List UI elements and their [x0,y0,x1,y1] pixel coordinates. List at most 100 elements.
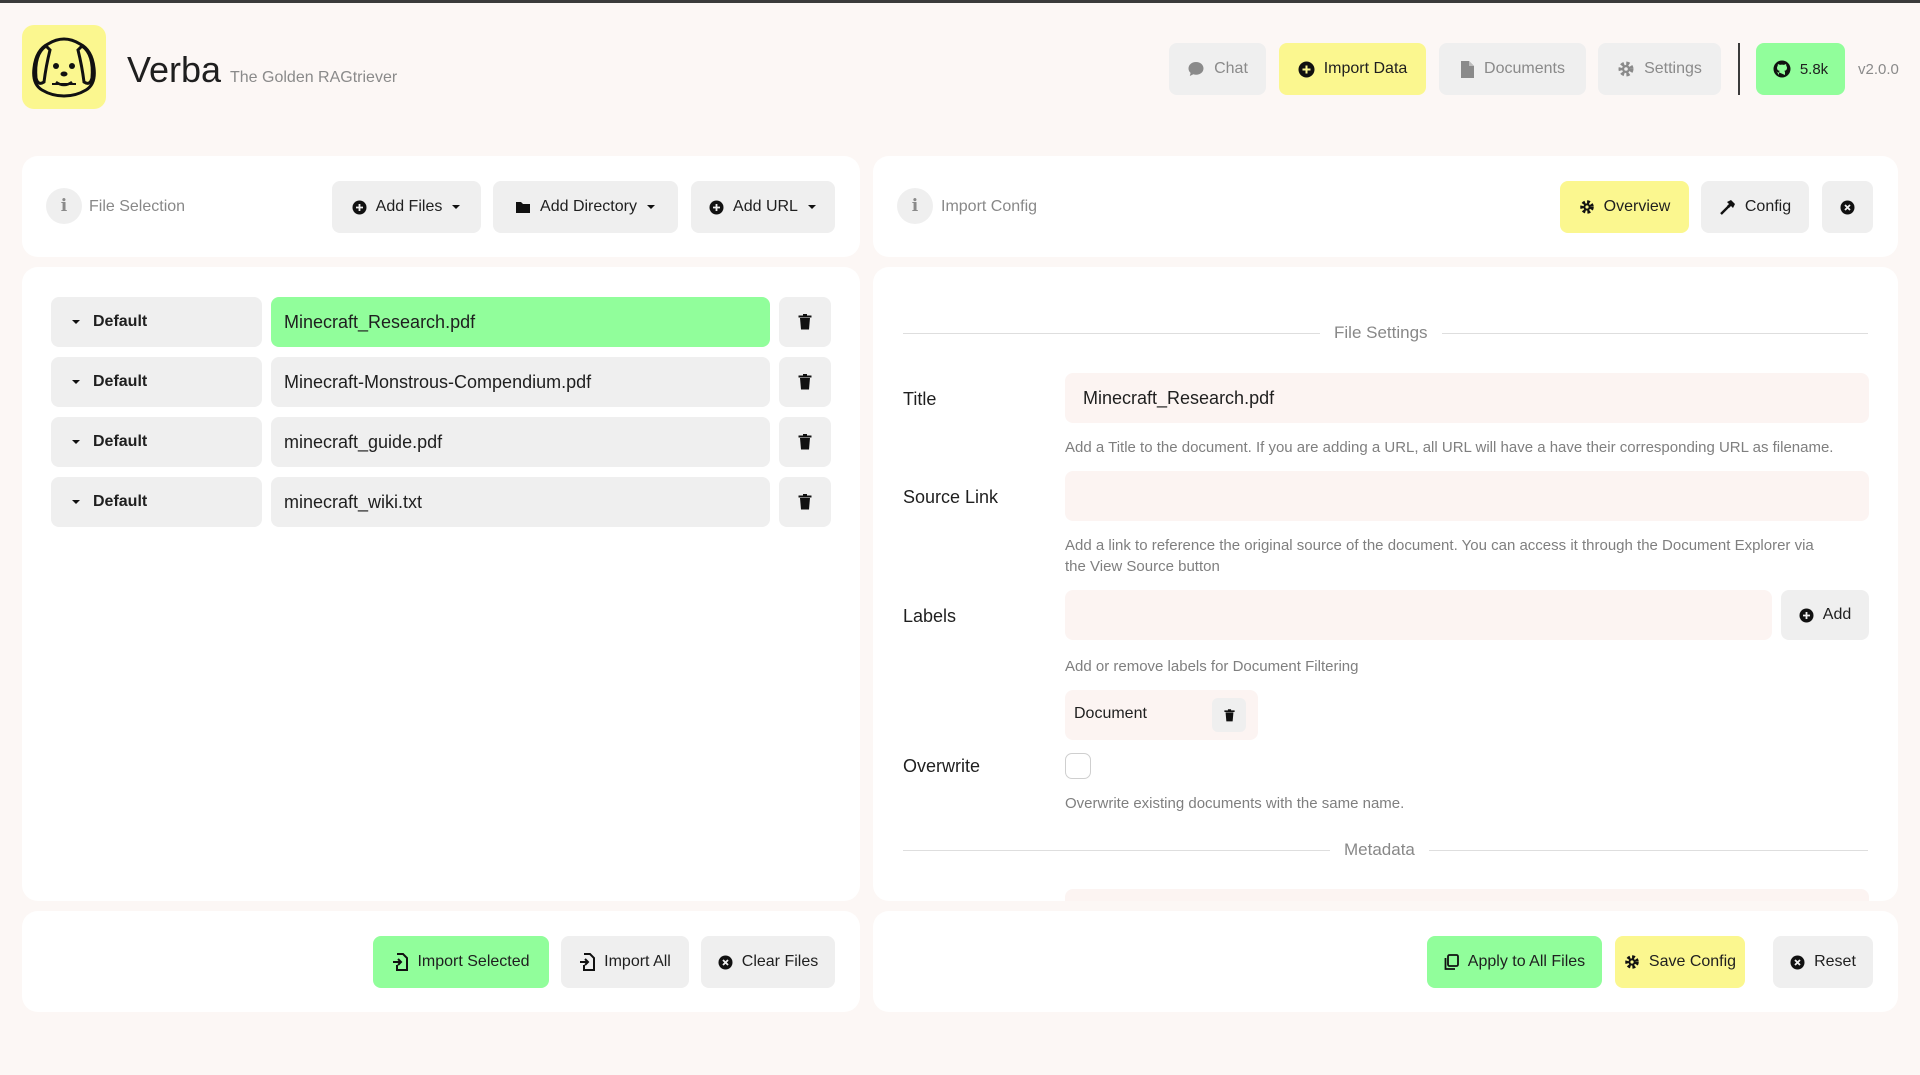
file-config-dropdown[interactable]: Default [51,357,262,407]
nav-import-data-label: Import Data [1323,60,1408,77]
file-delete-button[interactable] [779,297,831,347]
folder-icon [516,202,531,213]
github-stars-button[interactable]: 5.8k [1756,43,1845,95]
source-link-help-line-1: Add a link to reference the original sou… [1065,537,1814,554]
dog-logo-icon [32,37,96,98]
nav-settings-button[interactable]: Settings [1598,43,1721,95]
file-name-label: minecraft_wiki.txt [284,491,423,512]
github-icon [1773,60,1791,78]
import-config-info-icon[interactable]: i [897,188,933,224]
labels-help-text: Add or remove labels for Document Filter… [1065,658,1359,675]
overview-button[interactable]: Overview [1560,181,1689,233]
file-delete-button[interactable] [779,477,831,527]
apply-to-all-files-button[interactable]: Apply to All Files [1427,936,1602,988]
github-stars-count: 5.8k [1799,60,1829,78]
close-config-button[interactable] [1822,181,1873,233]
metadata-input[interactable] [1065,889,1869,901]
app-name: Verba [127,49,222,90]
file-settings-heading: File Settings [1320,323,1442,343]
add-directory-label: Add Directory [540,198,637,215]
file-config-label: Default [93,493,148,510]
app-logo [22,25,106,109]
add-label-button[interactable]: Add [1781,590,1869,640]
overwrite-checkbox[interactable] [1065,753,1091,779]
trash-icon [1223,708,1235,721]
close-circle-icon [1790,955,1805,969]
import-all-label: Import All [604,953,671,970]
config-button[interactable]: Config [1701,181,1809,233]
add-directory-button[interactable]: Add Directory [493,181,678,233]
header-divider [1738,43,1740,95]
file-config-dropdown[interactable]: Default [51,477,262,527]
title-input[interactable]: Minecraft_Research.pdf [1065,373,1869,423]
file-config-label: Default [93,313,148,330]
file-name-label: Minecraft_Research.pdf [284,311,476,332]
trash-icon [798,314,812,330]
caret-down-icon [72,320,80,324]
app-tagline: The Golden RAGtriever [230,69,398,86]
caret-down-icon [646,205,655,209]
add-label-label: Add [1822,606,1852,623]
file-delete-button[interactable] [779,357,831,407]
gear-icon [1579,200,1594,214]
nav-chat-button[interactable]: Chat [1169,43,1266,95]
file-name-item-selected[interactable]: Minecraft_Research.pdf [271,297,770,347]
gear-icon [1618,61,1634,77]
caret-down-icon [72,380,80,384]
file-import-icon [393,953,409,971]
file-config-label: Default [93,373,148,390]
file-settings-card: File Settings Title Minecraft_Research.p… [873,267,1898,901]
clear-files-button[interactable]: Clear Files [701,936,835,988]
plus-circle-icon [1298,61,1315,77]
overwrite-label: Overwrite [903,756,981,776]
caret-down-icon [72,440,80,444]
trash-icon [798,494,812,510]
file-name-label: Minecraft-Monstrous-Compendium.pdf [284,371,592,392]
file-name-item[interactable]: minecraft_wiki.txt [271,477,770,527]
reset-button[interactable]: Reset [1773,936,1873,988]
version-label: v2.0.0 [1858,61,1899,78]
file-import-icon [580,953,596,971]
import-all-button[interactable]: Import All [561,936,689,988]
add-url-button[interactable]: Add URL [691,181,835,233]
source-link-input[interactable] [1065,471,1869,521]
import-config-title: Import Config [941,198,1038,215]
nav-chat-label: Chat [1214,60,1248,77]
import-selected-label: Import Selected [417,953,530,970]
chat-bubble-icon [1188,62,1204,76]
import-selected-button[interactable]: Import Selected [373,936,549,988]
label-chip-delete-button[interactable] [1212,698,1246,732]
nav-documents-button[interactable]: Documents [1439,43,1586,95]
file-config-dropdown[interactable]: Default [51,417,262,467]
overwrite-help-text: Overwrite existing documents with the sa… [1065,795,1405,812]
add-files-label: Add Files [375,198,443,215]
document-icon [1461,60,1475,78]
nav-documents-label: Documents [1484,60,1565,77]
source-link-help-text: Add a link to reference the original sou… [1065,535,1875,577]
title-label: Title [903,389,937,409]
copy-icon [1444,954,1459,970]
close-circle-icon [1840,200,1855,214]
nav-import-data-button[interactable]: Import Data [1279,43,1426,95]
file-delete-button[interactable] [779,417,831,467]
title-help-text: Add a Title to the document. If you are … [1065,439,1834,456]
file-name-item[interactable]: Minecraft-Monstrous-Compendium.pdf [271,357,770,407]
source-link-help-line-2: the View Source button [1065,558,1220,575]
file-selection-info-icon[interactable]: i [46,188,82,224]
plus-circle-icon [709,200,724,214]
nav-settings-label: Settings [1644,60,1702,77]
file-config-dropdown[interactable]: Default [51,297,262,347]
add-files-button[interactable]: Add Files [332,181,481,233]
labels-label: Labels [903,606,957,626]
add-url-label: Add URL [733,198,798,215]
caret-down-icon [72,500,80,504]
gear-icon [1625,955,1639,969]
label-chip: Document [1065,690,1258,740]
save-config-button[interactable]: Save Config [1615,936,1745,988]
file-name-item[interactable]: minecraft_guide.pdf [271,417,770,467]
labels-input[interactable] [1065,590,1772,640]
reset-label: Reset [1814,953,1856,970]
label-chip-text: Document [1074,705,1147,722]
trash-icon [798,374,812,390]
caret-down-icon [452,205,461,209]
